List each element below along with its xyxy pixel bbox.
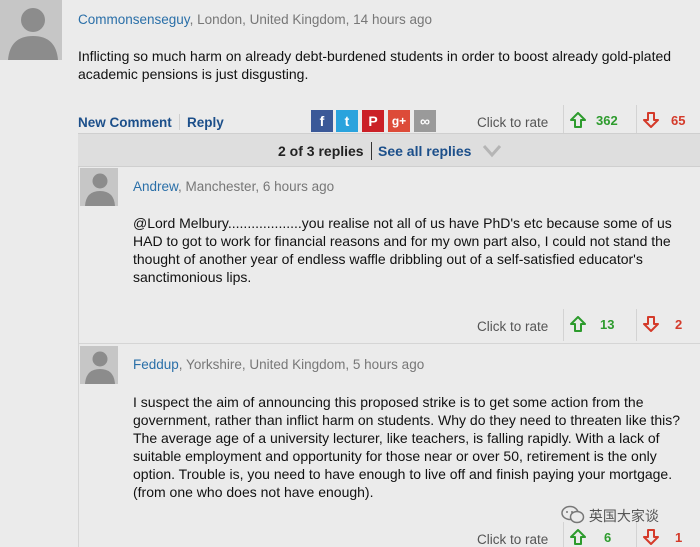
replies-count: 2 of 3 replies [278,143,364,159]
vote-up-count: 6 [604,530,612,545]
replies-bar: 2 of 3 replies See all replies [78,133,700,167]
comment-meta: Andrew, Manchester, 6 hours ago [133,179,334,194]
default-avatar-icon [0,0,62,60]
comment-location: , Manchester [178,179,256,194]
comment-location: , London, United Kingdom [189,12,346,27]
vote-down-button[interactable]: 2 [636,309,700,341]
avatar [80,346,118,384]
vote-up-count: 362 [596,113,618,128]
vote-down-count: 2 [675,317,683,332]
arrow-up-icon [570,529,586,545]
comment-author[interactable]: Feddup [133,357,179,372]
vote-down-count: 65 [671,113,686,128]
default-avatar-icon [80,346,118,384]
click-to-rate-label: Click to rate [477,532,549,547]
comment-meta: Feddup, Yorkshire, United Kingdom, 5 hou… [133,357,424,372]
default-avatar-icon [80,168,118,206]
comment-time: , 6 hours ago [255,179,335,194]
google-plus-icon[interactable]: g+ [388,110,410,132]
watermark-text: 英国大家谈 [588,508,659,524]
comment-author[interactable]: Andrew [133,179,178,194]
reply-button[interactable]: Reply [187,115,224,130]
arrow-up-icon [570,316,586,332]
comment-actions: Click to rate 13 2 [0,309,700,341]
arrow-up-icon [570,112,586,128]
comment-author[interactable]: Commonsenseguy [78,12,190,27]
arrow-down-icon [643,112,659,128]
click-to-rate-label: Click to rate [477,319,549,334]
comment-meta: Commonsenseguy, London, United Kingdom, … [78,12,432,27]
avatar [80,168,118,206]
vote-up-count: 13 [600,317,615,332]
new-comment-button[interactable]: New Comment [78,115,172,130]
avatar [0,0,62,60]
see-all-replies-link[interactable]: See all replies [378,143,471,159]
thread-line [78,167,79,547]
divider [179,114,180,130]
wechat-icon [561,505,585,524]
comment-body: I suspect the aim of announcing this pro… [133,394,681,500]
link-icon[interactable]: ∞ [414,110,436,132]
vote-up-button[interactable]: 13 [563,309,635,341]
arrow-down-icon [643,529,659,545]
watermark: 英国大家谈 [561,505,659,526]
comment-body: Inflicting so much harm on already debt-… [78,48,672,82]
arrow-down-icon [643,316,659,332]
comment-time: , 14 hours ago [345,12,432,27]
divider [371,142,372,160]
comment-location: , Yorkshire, United Kingdom [178,357,346,372]
vote-down-count: 1 [675,530,683,545]
twitter-icon[interactable]: t [336,110,358,132]
divider [78,343,700,344]
chevron-down-icon[interactable] [482,144,502,158]
pinterest-icon[interactable]: P [362,110,384,132]
comment-body: @Lord Melbury...................you real… [133,215,672,285]
click-to-rate-label: Click to rate [477,115,549,130]
facebook-icon[interactable]: f [311,110,333,132]
comment-time: , 5 hours ago [345,357,425,372]
